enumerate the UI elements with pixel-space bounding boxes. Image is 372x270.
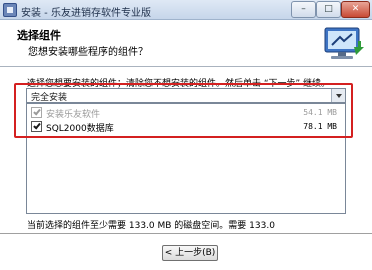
back-button[interactable]: < 上一步(B): [162, 245, 218, 261]
installer-app-icon: [3, 3, 17, 17]
computer-install-icon: [324, 27, 364, 59]
annotation-highlight-box: [14, 83, 353, 138]
title-bar: 安装 - 乐友进销存软件专业版 – □ ✕: [0, 0, 372, 20]
window-title: 安装 - 乐友进销存软件专业版: [21, 8, 151, 19]
maximize-button[interactable]: □: [316, 1, 341, 18]
minimize-button[interactable]: –: [291, 1, 316, 18]
wizard-header: 选择组件 您想安装哪些程序的组件？: [0, 21, 372, 67]
page-subtitle: 您想安装哪些程序的组件？: [28, 47, 148, 58]
disk-requirement-text: 当前选择的组件至少需要 133.0 MB 的磁盘空间。需要 133.0: [27, 221, 275, 231]
close-button[interactable]: ✕: [341, 1, 370, 18]
footer-divider: [0, 233, 372, 235]
page-title: 选择组件: [17, 29, 61, 42]
